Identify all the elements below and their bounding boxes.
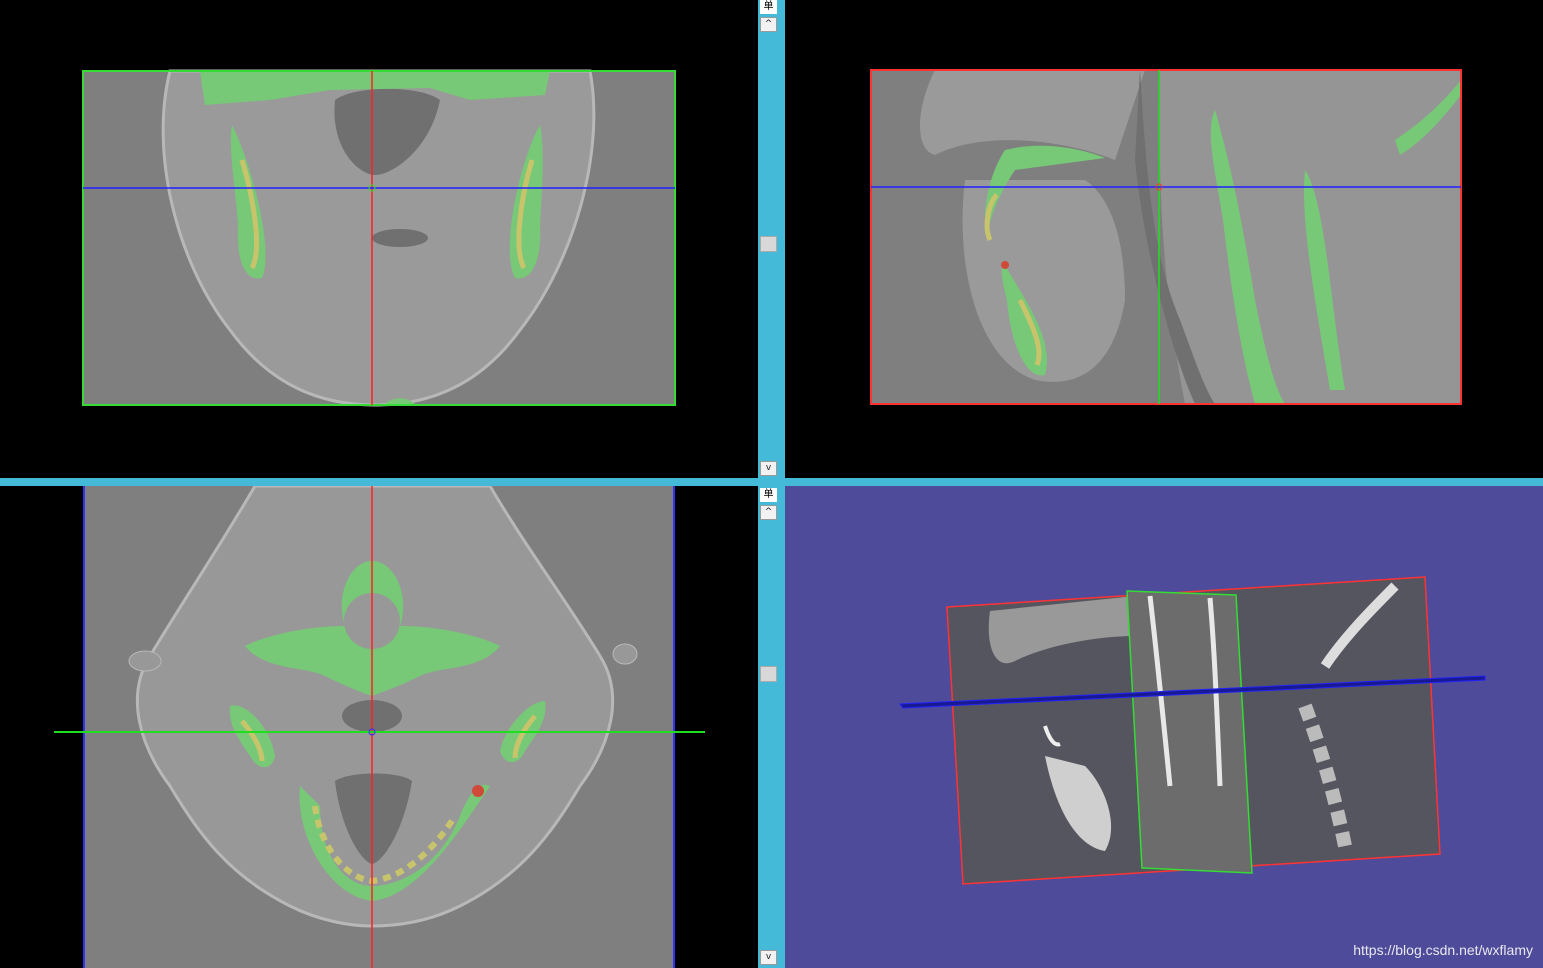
coronal-cavity <box>372 229 428 247</box>
watermark-text: https://blog.csdn.net/wxflamy <box>1353 942 1533 958</box>
coronal-slice-image[interactable] <box>0 0 758 478</box>
top-scroll-down-button[interactable]: v <box>760 461 777 476</box>
render3d-scene[interactable] <box>785 486 1543 968</box>
bottom-scroll-down-button[interactable]: v <box>760 950 777 965</box>
sagittal-red-segment <box>1001 261 1009 269</box>
bottom-scrollbar-tag: 单 <box>760 488 777 502</box>
render3d-coronal-plane[interactable] <box>1126 590 1253 874</box>
bottom-scroll-thumb[interactable] <box>760 666 777 682</box>
coronal-viewport[interactable] <box>0 0 758 478</box>
top-scroll-up-button[interactable]: ^ <box>760 17 777 32</box>
axial-viewport[interactable] <box>0 486 758 968</box>
render3d-viewport[interactable]: https://blog.csdn.net/wxflamy <box>785 486 1543 968</box>
axial-slice-image[interactable] <box>0 486 758 968</box>
axial-left-ear <box>128 650 162 672</box>
top-scroll-thumb[interactable] <box>760 236 777 252</box>
bottom-scroll-up-button[interactable]: ^ <box>760 505 777 520</box>
axial-right-ear <box>612 643 638 665</box>
top-scrollbar-tag: 单 <box>760 0 777 14</box>
sagittal-slice-image[interactable] <box>785 0 1543 478</box>
axial-red-segment <box>472 785 484 797</box>
top-scrollbar[interactable]: 单 ^ v <box>758 0 780 478</box>
sagittal-viewport[interactable] <box>785 0 1543 478</box>
bottom-scrollbar[interactable]: 单 ^ v <box>758 486 780 968</box>
